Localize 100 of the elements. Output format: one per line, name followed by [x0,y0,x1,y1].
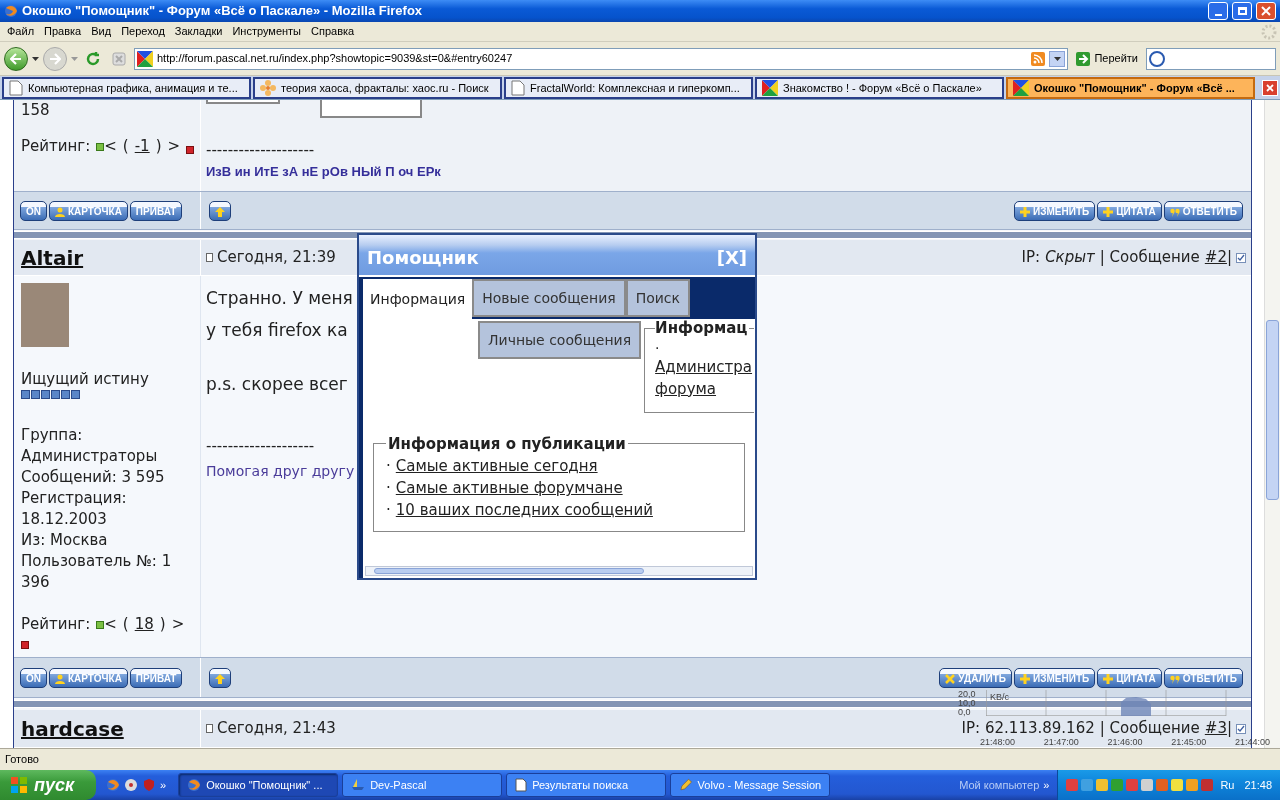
person-icon [55,207,65,217]
separator-text: | [1226,247,1232,269]
dialog-tab[interactable]: Информация [363,279,473,319]
flower-icon [260,80,276,96]
dropdown-button[interactable] [1049,50,1066,67]
ship-icon [351,778,366,792]
taskbar-button[interactable]: Volvo - Message Session [670,773,831,797]
taskbar-button[interactable]: Результаты поиска [506,773,667,797]
quote-mark-icon [1169,207,1180,217]
tray-icons-drawing[interactable] [1066,778,1215,792]
cross-icon [945,674,956,684]
signature: Помогая друг другу [206,462,355,481]
go-button[interactable]: Перейти [1072,50,1142,67]
rating-bracket: ( [122,136,129,157]
address-field[interactable]: http://forum.pascal.net.ru/index.php?showtopic=9039&st=0&#entry60247 [134,47,1069,70]
publication-link[interactable]: Самые активные форумчане [395,477,623,499]
toolbar-label[interactable]: Мой компьютер [959,776,1040,794]
plus-icon [1020,207,1031,217]
page-icon [206,724,213,733]
author-link[interactable]: hardcase [21,713,124,744]
plus-icon [1103,207,1114,217]
rating-bracket: ) [159,614,166,635]
rating-value-link[interactable]: -1 [134,136,150,157]
message-number-link[interactable]: #3 [1204,717,1227,740]
scroll-top-button[interactable] [209,200,231,221]
menu-item[interactable]: Справка [306,23,360,40]
minus-square-icon[interactable] [186,145,195,154]
more-chevron[interactable]: » [160,776,167,794]
unit-label: KB/c [990,693,1009,702]
menu-item[interactable]: Правка [39,23,87,40]
rating-more: > [171,614,185,635]
restore-button[interactable] [1232,2,1252,20]
go-arrow-icon [1076,51,1091,66]
disc-icon[interactable] [124,778,138,792]
plus-icon [1020,674,1031,684]
rating-more: > [167,136,181,157]
signature-separator: -------------------- [206,436,315,457]
close-tab-button[interactable] [1262,80,1278,96]
browser-tab[interactable]: теория хаоса, фракталы: хаос.ru - Поиск [253,77,502,99]
select-checkbox[interactable] [1236,723,1246,734]
browser-tab[interactable]: FractalWorld: Комплексная и гиперкомп... [504,77,753,99]
axis-label: 21:46:00 [1107,738,1143,747]
plus-square-icon[interactable] [96,142,105,151]
back-button[interactable] [4,46,28,71]
post-text: у тебя firefox ка [206,319,348,342]
axis-label: 10,0 [958,699,976,708]
dialog-tab[interactable]: Личные сообщения [478,321,642,359]
browser-tab[interactable]: Знакомство ! - Форум «Всё о Паскале» [755,77,1004,99]
search-field[interactable] [1146,47,1276,70]
select-checkbox[interactable] [1236,252,1246,263]
member-info: Из: Москва [21,530,109,551]
menu-item[interactable]: Файл [2,23,40,40]
publication-link[interactable]: Самые активные сегодня [395,455,598,477]
member-info: 396 [21,572,51,593]
author-link[interactable]: Altair [21,242,84,273]
more-chevron[interactable]: » [1043,776,1050,794]
horizontal-scrollbar[interactable] [365,566,753,576]
rating-value-link[interactable]: 18 [134,614,154,635]
language-indicator[interactable]: Ru [1220,776,1235,794]
scroll-top-button[interactable] [209,667,231,688]
triangles-icon [137,50,153,67]
caret-icon[interactable] [32,56,39,61]
search-engine-icon[interactable] [1149,50,1165,67]
triangles-icon [762,80,778,96]
rating-bracket: ) [155,136,162,157]
pencil-icon [679,778,693,792]
menu-item[interactable]: Переход [116,23,170,40]
message-number-link[interactable]: #2 [1204,246,1227,269]
browser-tab[interactable]: Окошко "Помощник" - Форум «Всё ... [1006,77,1255,99]
taskbar-button[interactable]: Dev-Pascal [342,773,503,797]
page-icon [511,80,525,96]
image-thumbnail[interactable] [206,100,280,104]
menu-item[interactable]: Вид [86,23,117,40]
fieldset-legend: Информация о публикации [386,432,628,455]
dialog-title: Помощник [367,249,479,267]
rss-icon[interactable] [1031,51,1046,66]
plus-square-icon[interactable] [96,620,105,629]
browser-tab[interactable]: Компьютерная графика, анимация и те... [2,77,251,99]
member-title: Ищущий истину [21,369,150,390]
menu-item[interactable]: Инструменты [227,23,307,40]
triangles-icon [1013,80,1029,96]
dialog-tab[interactable]: Поиск [625,279,690,317]
signature-separator: -------------------- [206,140,316,161]
start-button[interactable]: пуск [0,770,96,800]
image-thumbnail[interactable] [320,100,422,118]
globe-icon [106,778,120,792]
close-button[interactable] [1256,2,1276,20]
publication-link[interactable]: 10 ваших последних сообщений [395,499,653,521]
rating-less: < [104,614,117,635]
taskbar-button[interactable]: Окошко "Помощник" ... [178,773,339,797]
administration-link[interactable]: Администра форума [655,355,755,400]
axis-label: 20,0 [958,690,976,699]
axis-label: 21:45:00 [1171,738,1207,747]
page-icon [515,778,528,792]
close-icon [1261,6,1271,16]
clock: 21:48 [1244,777,1272,793]
minimize-button[interactable] [1208,2,1228,20]
menu-item[interactable]: Закладки [169,23,228,40]
dialog-tab[interactable]: Новые сообщения [472,279,626,317]
signature: ИзВ ин ИтЕ зА нЕ рОв НЫй П оч ЕРк [206,163,442,181]
